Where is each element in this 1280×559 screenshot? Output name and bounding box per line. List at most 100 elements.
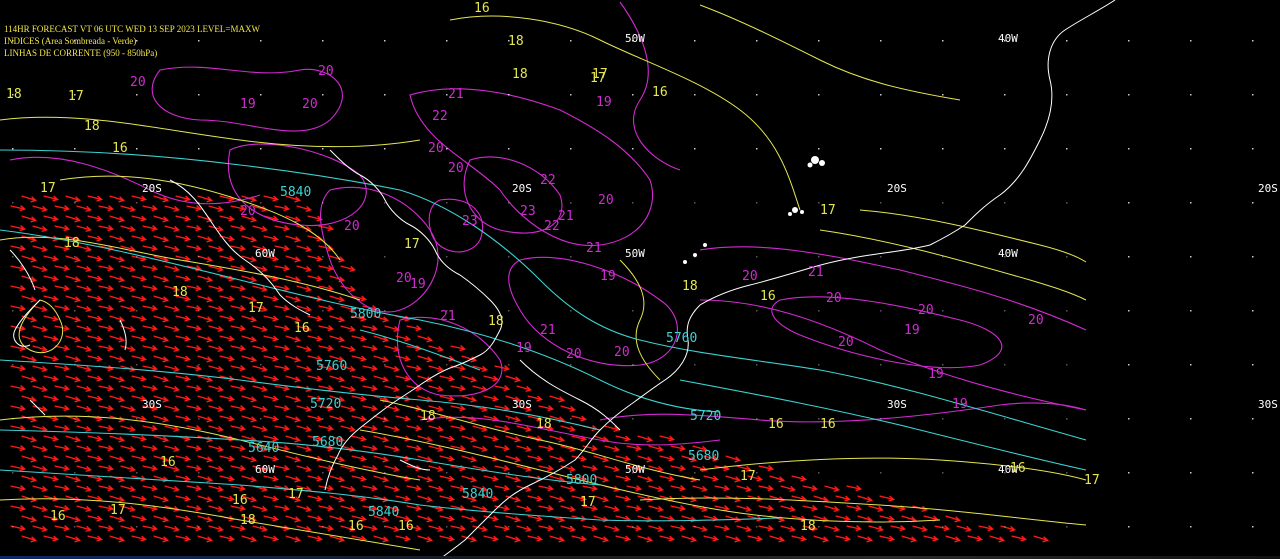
- magenta-isoline-label: 23: [462, 214, 478, 229]
- indices-legend: INDICES (Area Sombreada - Verde): [4, 36, 137, 46]
- yellow-isoline-label: 18: [240, 513, 256, 528]
- grid-dot: [1004, 310, 1006, 312]
- grid-dot: [1128, 310, 1130, 312]
- grid-dot: [1252, 310, 1254, 312]
- grid-dot: [260, 256, 262, 258]
- magenta-isoline-label: 20: [240, 204, 256, 219]
- grid-dot: [260, 148, 262, 150]
- grid-dot: [136, 472, 138, 474]
- grid-dot: [570, 310, 572, 312]
- grid-dot: [942, 94, 944, 96]
- yellow-isoline-label: 17: [288, 487, 304, 502]
- grid-dot: [384, 94, 386, 96]
- cyan-isoline-label: 5800: [350, 307, 381, 322]
- grid-dot: [198, 40, 200, 42]
- grid-dot: [632, 418, 634, 420]
- grid-dot: [508, 472, 510, 474]
- grid-dot: [260, 418, 262, 420]
- grid-dot: [632, 40, 634, 42]
- grid-dot: [322, 202, 324, 204]
- grid-dot: [694, 148, 696, 150]
- grid-dot: [1004, 364, 1006, 366]
- grid-dot: [322, 148, 324, 150]
- grid-dot: [322, 94, 324, 96]
- grid-dot: [12, 148, 14, 150]
- magenta-isoline-label: 20: [1028, 313, 1044, 328]
- magenta-isoline-label: 19: [952, 397, 968, 412]
- grid-dot: [570, 148, 572, 150]
- grid-dot: [942, 472, 944, 474]
- grid-dot: [942, 526, 944, 528]
- magenta-isoline-label: 21: [448, 87, 464, 102]
- yellow-isoline-label: 16: [1010, 461, 1026, 476]
- grid-dot: [384, 418, 386, 420]
- grid-dot: [446, 472, 448, 474]
- grid-dot: [880, 40, 882, 42]
- yellow-isoline-label: 17: [590, 71, 606, 86]
- grid-dot: [632, 256, 634, 258]
- grid-dot: [818, 256, 820, 258]
- grid-dot: [1190, 94, 1192, 96]
- grid-dot: [632, 202, 634, 204]
- grid-dot: [136, 526, 138, 528]
- yellow-isoline-label: 17: [248, 301, 264, 316]
- grid-dot: [384, 364, 386, 366]
- magenta-isoline-label: 19: [904, 323, 920, 338]
- grid-dot: [508, 256, 510, 258]
- grid-dot: [756, 526, 758, 528]
- grid-dot: [756, 40, 758, 42]
- grid-dot: [1252, 526, 1254, 528]
- grid-dot: [74, 418, 76, 420]
- grid-dot: [756, 202, 758, 204]
- grid-dot: [322, 472, 324, 474]
- grid-dot: [1190, 202, 1192, 204]
- grid-dot: [1252, 256, 1254, 258]
- yellow-isoline-label: 16: [820, 417, 836, 432]
- grid-dot: [880, 202, 882, 204]
- grid-label-30s-left: 30S: [142, 398, 162, 411]
- magenta-isoline-label: 20: [344, 219, 360, 234]
- streamlines-legend: LINHAS DE CORRENTE (950 - 850hPa): [4, 48, 158, 58]
- grid-dot: [1252, 418, 1254, 420]
- grid-dot: [1004, 94, 1006, 96]
- grid-dot: [198, 526, 200, 528]
- cyan-isoline-label: 5840: [368, 505, 399, 520]
- magenta-isoline-label: 19: [928, 367, 944, 382]
- forecast-title: 114HR FORECAST VT 06 UTC WED 13 SEP 2023…: [4, 24, 261, 34]
- grid-dot: [198, 364, 200, 366]
- grid-dot: [260, 94, 262, 96]
- grid-dot: [1066, 94, 1068, 96]
- grid-dot: [818, 364, 820, 366]
- cyan-isoline-label: 5720: [690, 409, 721, 424]
- grid-dot: [942, 418, 944, 420]
- yellow-isoline-label: 18: [508, 34, 524, 49]
- grid-dot: [446, 364, 448, 366]
- grid-dot: [446, 148, 448, 150]
- cyan-isoline-label: 5640: [248, 441, 279, 456]
- yellow-isoline-label: 17: [740, 469, 756, 484]
- grid-dot: [570, 40, 572, 42]
- magenta-isoline-label: 20: [448, 161, 464, 176]
- grid-dot: [508, 148, 510, 150]
- magenta-isoline-label: 21: [586, 241, 602, 256]
- grid-dot: [880, 526, 882, 528]
- grid-dot: [570, 364, 572, 366]
- grid-dot: [1066, 418, 1068, 420]
- grid-dot: [1128, 40, 1130, 42]
- grid-label-50w-top: 50W: [625, 32, 645, 45]
- grid-dot: [1252, 40, 1254, 42]
- grid-dot: [384, 256, 386, 258]
- yellow-isoline-label: 17: [68, 89, 84, 104]
- magenta-isoline-label: 20: [302, 97, 318, 112]
- grid-dot: [1190, 40, 1192, 42]
- grid-dot: [1128, 148, 1130, 150]
- grid-dot: [384, 310, 386, 312]
- grid-dot: [260, 472, 262, 474]
- grid-dot: [136, 418, 138, 420]
- magenta-isoline-label: 20: [428, 141, 444, 156]
- grid-dot: [446, 202, 448, 204]
- grid-dot: [1252, 94, 1254, 96]
- grid-dot: [632, 94, 634, 96]
- grid-dot: [322, 40, 324, 42]
- yellow-isoline-label: 18: [488, 314, 504, 329]
